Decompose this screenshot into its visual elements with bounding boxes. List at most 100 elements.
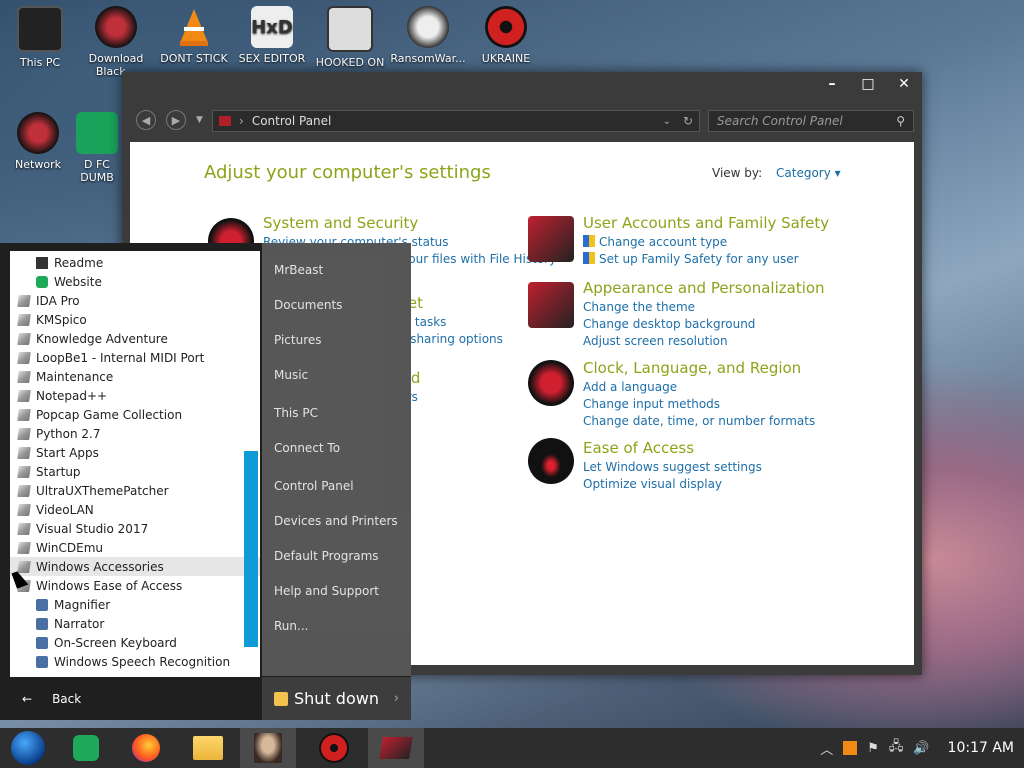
hook-icon xyxy=(327,6,373,52)
alien-head-icon xyxy=(528,438,574,484)
start-right-item[interactable]: Help and Support xyxy=(274,584,379,598)
category-link[interactable]: Add a language xyxy=(583,379,883,396)
file-explorer-icon[interactable] xyxy=(180,728,236,768)
category-title[interactable]: Clock, Language, and Region xyxy=(583,359,883,377)
start-right-item[interactable]: This PC xyxy=(274,406,318,420)
desktop-icon-network[interactable]: Network xyxy=(0,112,76,171)
radiation-icon xyxy=(485,6,527,48)
program-list-item[interactable]: Knowledge Adventure xyxy=(10,329,260,348)
start-right-item[interactable]: Documents xyxy=(274,298,342,312)
start-right-item[interactable]: Default Programs xyxy=(274,549,379,563)
radiation-icon[interactable] xyxy=(306,728,362,768)
chevron-down-icon[interactable]: ⌄ xyxy=(663,116,671,127)
category-link[interactable]: Let Windows suggest settings xyxy=(583,459,883,476)
desktop-icon-hooked-on[interactable]: HOOKED ON xyxy=(312,6,388,69)
category-link[interactable]: Optimize visual display xyxy=(583,476,883,493)
sheets-icon[interactable] xyxy=(58,728,114,768)
forward-nav-icon[interactable]: ▶ xyxy=(166,110,186,130)
address-bar[interactable]: › Control Panel ⌄ ↻ xyxy=(212,110,700,132)
shutdown-options-arrow-icon[interactable]: › xyxy=(394,691,399,706)
start-right-item[interactable]: Devices and Printers xyxy=(274,514,398,528)
program-label: Visual Studio 2017 xyxy=(36,521,149,536)
desktop-icon-label: HOOKED ON xyxy=(315,56,385,69)
program-list-item[interactable]: Magnifier xyxy=(10,595,260,614)
category-appearance: Appearance and Personalization Change th… xyxy=(583,279,883,350)
view-by-dropdown[interactable]: Category ▾ xyxy=(776,166,841,180)
network-tray-icon[interactable]: 🖧 xyxy=(889,737,904,759)
program-list-item[interactable]: On-Screen Keyboard xyxy=(10,633,260,652)
program-list-item[interactable]: Startup xyxy=(10,462,260,481)
search-input[interactable]: Search Control Panel ⚲ xyxy=(708,110,914,132)
firefox-icon[interactable] xyxy=(118,728,174,768)
category-link[interactable]: Change input methods xyxy=(583,396,883,413)
program-list-item[interactable]: Notepad++ xyxy=(10,386,260,405)
program-list-item[interactable]: Readme xyxy=(10,253,260,272)
program-list-item[interactable]: IDA Pro xyxy=(10,291,260,310)
desktop-icon-ransomware[interactable]: RansomWar... xyxy=(390,6,466,65)
program-list-item[interactable]: Narrator xyxy=(10,614,260,633)
refresh-icon[interactable]: ↻ xyxy=(683,114,693,128)
start-orb-icon[interactable] xyxy=(0,728,56,768)
start-right-item[interactable]: Music xyxy=(274,368,308,382)
category-title[interactable]: System and Security xyxy=(263,214,563,232)
start-right-item[interactable]: Pictures xyxy=(274,333,322,347)
desktop-icon-dont-stick[interactable]: DONT STICK xyxy=(156,6,232,65)
program-list-item[interactable]: Visual Studio 2017 xyxy=(10,519,260,538)
category-title[interactable]: User Accounts and Family Safety xyxy=(583,214,883,232)
desktop-icon-label: This PC xyxy=(19,56,61,69)
minimize-button[interactable]: – xyxy=(814,72,850,96)
category-link[interactable]: Adjust screen resolution xyxy=(583,333,883,350)
back-nav-icon[interactable]: ◀ xyxy=(136,110,156,130)
list-scrollbar[interactable] xyxy=(244,451,258,647)
start-right-item[interactable]: Connect To xyxy=(274,441,340,455)
program-list-item[interactable]: LoopBe1 - Internal MIDI Port xyxy=(10,348,260,367)
control-panel-icon[interactable] xyxy=(368,728,424,768)
search-icon[interactable]: ⚲ xyxy=(896,114,905,128)
program-list-item[interactable]: Windows Ease of Access xyxy=(10,576,260,595)
desktop-icon-ukraine[interactable]: UKRAINE xyxy=(468,6,544,65)
flag-icon[interactable]: ⚑ xyxy=(867,741,879,756)
folder-icon xyxy=(17,541,31,554)
program-list-item[interactable]: Windows Speech Recognition xyxy=(10,652,260,671)
program-list-item[interactable]: Start Apps xyxy=(10,443,260,462)
desktop-icon-this-pc[interactable]: This PC xyxy=(2,6,78,69)
close-button[interactable]: ✕ xyxy=(886,72,922,96)
program-list-item[interactable]: VideoLAN xyxy=(10,500,260,519)
category-link[interactable]: Change the theme xyxy=(583,299,883,316)
desktop-icon-sex-editor[interactable]: HxD SEX EDITOR xyxy=(234,6,310,65)
category-link[interactable]: Set up Family Safety for any user xyxy=(583,251,883,268)
link-text: Change account type xyxy=(599,235,728,249)
program-list-item[interactable]: Windows Accessories xyxy=(10,557,260,576)
category-link[interactable]: Change date, time, or number formats xyxy=(583,413,883,430)
folder-icon xyxy=(17,427,31,440)
maximize-button[interactable]: □ xyxy=(850,72,886,96)
alien-download-icon xyxy=(95,6,137,48)
program-list-item[interactable]: UltraUXThemePatcher xyxy=(10,481,260,500)
start-right-item[interactable]: Run... xyxy=(274,619,308,633)
tray-app-icon[interactable] xyxy=(843,741,858,755)
category-link[interactable]: Change desktop background xyxy=(583,316,883,333)
category-link[interactable]: Change account type xyxy=(583,234,883,251)
show-hidden-icons-icon[interactable]: ︿ xyxy=(820,739,833,758)
program-list-item[interactable]: Website xyxy=(10,272,260,291)
back-button[interactable]: ← Back xyxy=(10,679,260,719)
program-list-item[interactable]: KMSpico xyxy=(10,310,260,329)
category-title[interactable]: Ease of Access xyxy=(583,439,883,457)
volume-icon[interactable]: 🔊 xyxy=(913,741,929,756)
start-right-item[interactable]: Control Panel xyxy=(274,479,354,493)
folder-icon xyxy=(17,465,31,478)
portrait-icon[interactable] xyxy=(240,728,296,768)
clock[interactable]: 10:17 AM xyxy=(948,740,1014,756)
desktop-icon-download[interactable]: Download Black... xyxy=(78,6,154,78)
program-list-item[interactable]: Popcap Game Collection xyxy=(10,405,260,424)
program-list-item[interactable]: Python 2.7 xyxy=(10,424,260,443)
start-right-item[interactable]: MrBeast xyxy=(274,263,323,277)
recent-dropdown-icon[interactable]: ▼ xyxy=(196,115,203,125)
category-title[interactable]: Appearance and Personalization xyxy=(583,279,883,297)
desktop-icon-label: D FC DUMB xyxy=(80,158,114,184)
program-list-item[interactable]: WinCDEmu xyxy=(10,538,260,557)
shutdown-button[interactable]: Shut down › xyxy=(262,677,411,720)
folder-icon xyxy=(17,522,31,535)
desktop-icon-sheet[interactable]: D FC DUMB xyxy=(72,112,122,184)
program-list-item[interactable]: Maintenance xyxy=(10,367,260,386)
